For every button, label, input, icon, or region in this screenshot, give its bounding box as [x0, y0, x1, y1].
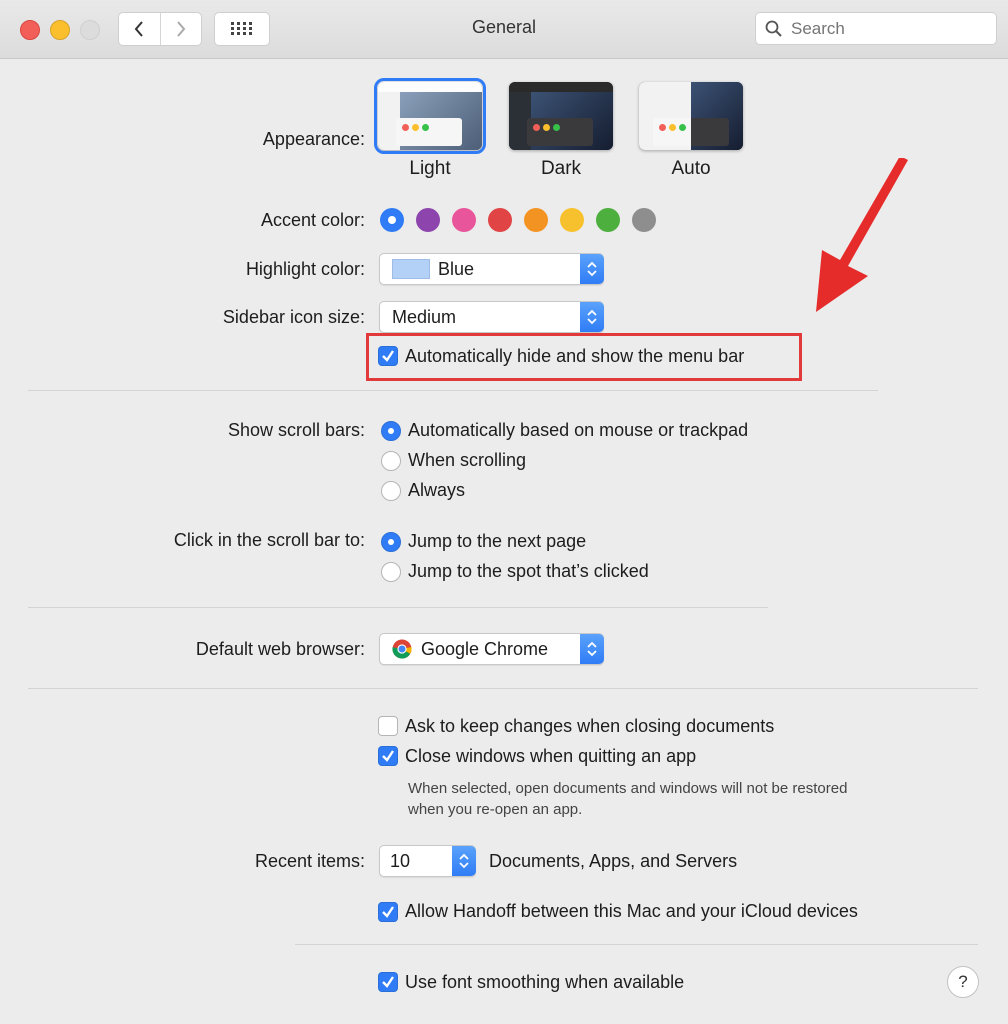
navigation-buttons — [118, 12, 202, 46]
recent-items-popup[interactable]: 10 — [379, 845, 476, 877]
close-windows-note-line2: when you re-open an app. — [408, 801, 583, 818]
recent-items-value: 10 — [390, 850, 411, 871]
default-browser-label: Default web browser: — [195, 639, 365, 659]
title-bar: General — [0, 0, 1008, 59]
appearance-dark-thumbnail[interactable] — [509, 82, 613, 150]
close-window-button[interactable] — [20, 20, 40, 40]
appearance-light-thumbnail[interactable] — [374, 78, 486, 154]
scroll-auto-label: Automatically based on mouse or trackpad — [408, 420, 749, 440]
window-title: General — [471, 17, 537, 37]
checkmark-icon — [382, 976, 394, 988]
click-scroll-bar-label: Click in the scroll bar to: — [173, 530, 365, 550]
close-windows-checkbox[interactable] — [378, 746, 398, 766]
close-windows-label: Close windows when quitting an app — [405, 746, 697, 766]
scroll-auto-radio[interactable] — [381, 421, 401, 441]
search-input[interactable] — [789, 17, 983, 40]
sidebar-icon-size-popup[interactable]: Medium — [379, 301, 604, 333]
popup-arrows-icon — [580, 254, 604, 284]
section-divider — [28, 390, 878, 391]
highlight-color-label: Highlight color: — [245, 259, 365, 279]
section-divider — [28, 607, 768, 608]
default-browser-popup[interactable]: Google Chrome — [379, 633, 604, 665]
checkmark-icon — [382, 350, 394, 362]
accent-color-yellow[interactable] — [560, 208, 584, 232]
highlight-swatch — [392, 259, 430, 279]
accent-color-red[interactable] — [488, 208, 512, 232]
zoom-window-button[interactable] — [80, 20, 100, 40]
checkmark-icon — [382, 750, 394, 762]
handoff-checkbox[interactable] — [378, 902, 398, 922]
accent-color-blue[interactable] — [380, 208, 404, 232]
appearance-auto-thumbnail[interactable] — [639, 82, 743, 150]
grid-icon — [231, 22, 252, 35]
popup-arrows-icon — [580, 302, 604, 332]
jump-spot-radio[interactable] — [381, 562, 401, 582]
highlight-color-popup[interactable]: Blue — [379, 253, 604, 285]
ask-keep-changes-checkbox[interactable] — [378, 716, 398, 736]
popup-arrows-icon — [452, 846, 476, 876]
annotation-arrow-icon — [816, 158, 908, 312]
menubar-checkbox-label: Automatically hide and show the menu bar — [405, 346, 745, 366]
search-field[interactable] — [755, 12, 997, 45]
search-icon — [765, 20, 782, 37]
show-all-button[interactable] — [214, 12, 270, 46]
appearance-auto-caption: Auto — [671, 158, 711, 179]
font-smoothing-label: Use font smoothing when available — [405, 972, 685, 992]
accent-color-orange[interactable] — [524, 208, 548, 232]
sidebar-icon-size-value: Medium — [392, 306, 457, 327]
jump-spot-label: Jump to the spot that’s clicked — [408, 561, 649, 581]
appearance-dark-caption: Dark — [540, 158, 582, 179]
accent-color-pink[interactable] — [452, 208, 476, 232]
checkmark-icon — [382, 906, 394, 918]
recent-items-label: Recent items: — [254, 851, 365, 871]
menubar-checkbox[interactable] — [378, 346, 398, 366]
appearance-light-caption: Light — [409, 158, 451, 179]
appearance-label: Appearance: — [262, 129, 365, 149]
accent-color-green[interactable] — [596, 208, 620, 232]
show-scroll-bars-label: Show scroll bars: — [227, 420, 365, 440]
popup-arrows-icon — [580, 634, 604, 664]
accent-color-label: Accent color: — [260, 210, 365, 230]
default-browser-value: Google Chrome — [421, 638, 549, 659]
chevron-right-icon — [176, 21, 186, 37]
scroll-always-label: Always — [408, 480, 466, 500]
section-divider — [28, 688, 978, 689]
help-button[interactable]: ? — [947, 966, 979, 998]
jump-next-page-radio[interactable] — [381, 532, 401, 552]
jump-next-page-label: Jump to the next page — [408, 531, 587, 551]
chrome-icon — [392, 639, 412, 659]
accent-color-purple[interactable] — [416, 208, 440, 232]
system-preferences-window: General Appearance: Light Dark — [0, 0, 1008, 1024]
section-divider — [295, 944, 978, 945]
minimize-window-button[interactable] — [50, 20, 70, 40]
font-smoothing-checkbox[interactable] — [378, 972, 398, 992]
highlight-color-value: Blue — [438, 258, 475, 279]
sidebar-icon-size-label: Sidebar icon size: — [222, 307, 365, 327]
forward-button[interactable] — [159, 13, 202, 45]
close-windows-note-line1: When selected, open documents and window… — [408, 780, 848, 797]
accent-color-graphite[interactable] — [632, 208, 656, 232]
chevron-left-icon — [134, 21, 144, 37]
back-button[interactable] — [119, 13, 160, 45]
handoff-label: Allow Handoff between this Mac and your … — [405, 901, 858, 921]
scroll-when-scrolling-radio[interactable] — [381, 451, 401, 471]
ask-keep-changes-label: Ask to keep changes when closing documen… — [405, 716, 775, 736]
scroll-when-scrolling-label: When scrolling — [408, 450, 527, 470]
scroll-always-radio[interactable] — [381, 481, 401, 501]
recent-items-suffix: Documents, Apps, and Servers — [489, 851, 738, 871]
